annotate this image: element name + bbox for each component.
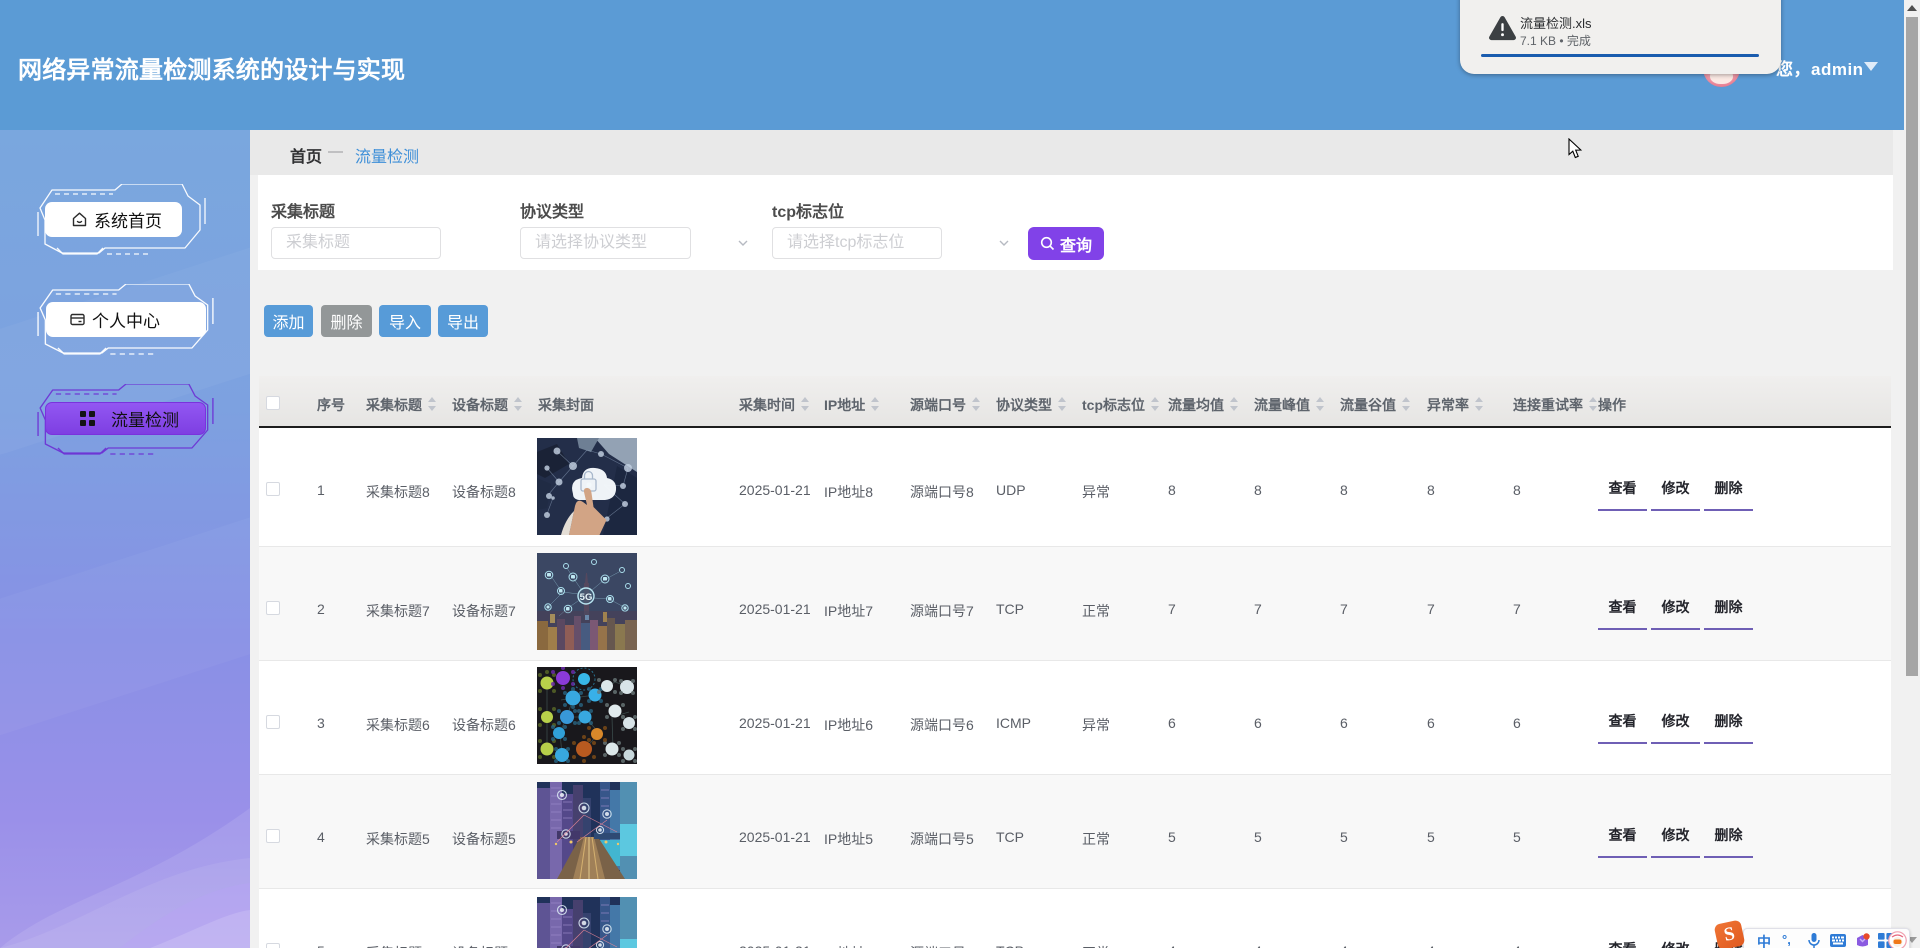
svg-text:5G: 5G [580, 592, 593, 603]
